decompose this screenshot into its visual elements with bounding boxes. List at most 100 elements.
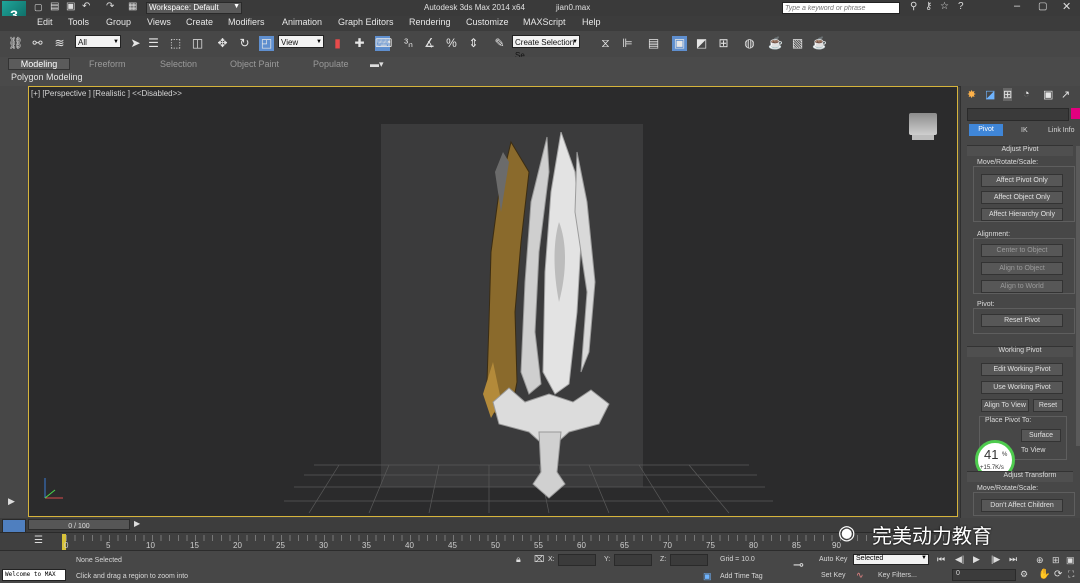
reset-pivot-button[interactable]: Reset Pivot: [981, 314, 1063, 327]
perspective-viewport[interactable]: [+] [Perspective ] [Realistic ] <<Disabl…: [28, 86, 958, 517]
adjust-pivot-rollup[interactable]: Adjust Pivot: [967, 145, 1073, 156]
key-set-select[interactable]: Selected ▼: [853, 554, 929, 565]
star-icon[interactable]: ☆: [940, 1, 949, 12]
hold-icon[interactable]: ▦: [128, 1, 137, 12]
layer-manager-icon[interactable]: ▤: [646, 36, 661, 51]
search-input[interactable]: [782, 2, 900, 14]
absolute-mode-icon[interactable]: ⌧: [534, 554, 544, 565]
save-icon[interactable]: ▣: [66, 1, 75, 12]
set-key-button[interactable]: Set Key: [821, 572, 846, 579]
trackbar-filter-icon[interactable]: ☰: [34, 535, 43, 546]
maxscript-listener[interactable]: Welcome to MAX: [2, 569, 66, 581]
to-view-label[interactable]: To View: [1021, 447, 1045, 454]
selection-filter-select[interactable]: All: [75, 35, 121, 49]
tab-link-info[interactable]: Link Info: [1048, 127, 1074, 134]
time-slider-thumb[interactable]: 0 / 100: [28, 519, 130, 530]
menu-views[interactable]: Views: [147, 17, 171, 27]
play-icon[interactable]: ▶: [973, 554, 980, 565]
align-to-object-button[interactable]: Align to Object: [981, 262, 1063, 275]
trackbar[interactable]: ☰: [0, 532, 960, 551]
key-filter-curve-icon[interactable]: ∿: [856, 570, 864, 581]
hierarchy-tab-icon[interactable]: ⊞: [1003, 88, 1013, 101]
rotate-icon[interactable]: ↻: [237, 36, 252, 51]
add-time-tag[interactable]: Add Time Tag: [720, 573, 763, 580]
pan-icon[interactable]: ✋: [1038, 569, 1050, 580]
reset-working-pivot-button[interactable]: Reset: [1033, 399, 1063, 412]
next-frame-icon[interactable]: ▶: [134, 519, 140, 528]
render-setup-icon[interactable]: ☕: [768, 36, 783, 51]
next-key-icon[interactable]: |▶: [991, 554, 1000, 565]
minimize-icon[interactable]: –: [1014, 0, 1020, 12]
zoom-icon[interactable]: ⊕: [1036, 555, 1044, 566]
utilities-tab-icon[interactable]: ↗: [1061, 88, 1070, 101]
orbit-icon[interactable]: ⟳: [1054, 569, 1062, 580]
angle-snap-icon[interactable]: ∡: [422, 36, 437, 51]
redo-icon[interactable]: ↷: [106, 1, 114, 12]
center-to-object-button[interactable]: Center to Object: [981, 244, 1063, 257]
selection-lock-icon[interactable]: 🔒︎: [516, 554, 521, 565]
key-mode-icon[interactable]: ⊸: [793, 557, 804, 573]
move-icon[interactable]: ✥: [215, 36, 230, 51]
scroll-left-icon[interactable]: ▶: [8, 496, 15, 507]
pivot-center-icon[interactable]: ▮: [330, 36, 345, 51]
link-icon[interactable]: ⛓: [8, 36, 23, 51]
menu-modifiers[interactable]: Modifiers: [228, 17, 265, 27]
maximize-viewport-icon[interactable]: ⛶: [1068, 569, 1074, 580]
menu-edit[interactable]: Edit: [37, 17, 53, 27]
tab-pivot[interactable]: Pivot: [969, 124, 1003, 136]
graphite-toggle-icon[interactable]: ▣: [672, 36, 687, 51]
material-editor-icon[interactable]: ◍: [742, 36, 757, 51]
viewcube[interactable]: [909, 113, 937, 135]
bind-spacewarp-icon[interactable]: ≋: [52, 36, 67, 51]
menu-animation[interactable]: Animation: [282, 17, 322, 27]
curve-editor-icon[interactable]: ◩: [694, 36, 709, 51]
help-icon[interactable]: ?: [958, 1, 964, 12]
adjust-transform-rollup[interactable]: Adjust Transform: [967, 471, 1073, 482]
reference-coordinate-select[interactable]: View: [278, 35, 324, 49]
close-icon[interactable]: ✕: [1062, 0, 1071, 13]
ribbon-options-icon[interactable]: ▬▾: [370, 59, 384, 70]
menu-rendering[interactable]: Rendering: [409, 17, 451, 27]
viewport-label[interactable]: [+] [Perspective ] [Realistic ] <<Disabl…: [31, 89, 182, 98]
unlink-icon[interactable]: ⚯: [30, 36, 45, 51]
scale-icon[interactable]: ◰: [259, 36, 274, 51]
zoom-all-icon[interactable]: ⊞: [1052, 555, 1060, 566]
time-config-icon[interactable]: ⚙: [1020, 569, 1028, 580]
use-working-pivot-button[interactable]: Use Working Pivot: [981, 381, 1063, 394]
menu-graph-editors[interactable]: Graph Editors: [338, 17, 394, 27]
menu-create[interactable]: Create: [186, 17, 213, 27]
select-by-name-icon[interactable]: ☰: [146, 36, 161, 51]
menu-customize[interactable]: Customize: [466, 17, 509, 27]
open-file-icon[interactable]: ▤: [50, 1, 59, 12]
zoom-extents-icon[interactable]: ▣: [1066, 555, 1075, 566]
percent-snap-icon[interactable]: %: [444, 36, 459, 51]
tab-freeform[interactable]: Freeform: [89, 59, 126, 69]
display-tab-icon[interactable]: ▣: [1043, 88, 1053, 101]
tab-populate[interactable]: Populate: [313, 59, 349, 69]
align-to-world-button[interactable]: Align to World: [981, 280, 1063, 293]
align-to-view-button[interactable]: Align To View: [981, 399, 1029, 412]
working-pivot-rollup[interactable]: Working Pivot: [967, 346, 1073, 357]
y-coordinate-field[interactable]: [614, 554, 652, 566]
key-filters-button[interactable]: Key Filters...: [878, 572, 917, 579]
time-tag-icon[interactable]: ▣: [703, 571, 712, 582]
tab-selection[interactable]: Selection: [160, 59, 197, 69]
rendered-frame-icon[interactable]: ▧: [790, 36, 805, 51]
menu-help[interactable]: Help: [582, 17, 601, 27]
current-frame-field[interactable]: 0: [952, 569, 1016, 581]
snap-toggle-icon[interactable]: ³ₙ: [401, 36, 416, 51]
edit-working-pivot-button[interactable]: Edit Working Pivot: [981, 363, 1063, 376]
tab-modeling[interactable]: Modeling: [8, 58, 70, 70]
prev-key-icon[interactable]: ◀|: [955, 554, 964, 565]
modify-tab-icon[interactable]: ◪: [985, 88, 995, 101]
spinner-snap-icon[interactable]: ⇕: [466, 36, 481, 51]
surface-button[interactable]: Surface: [1021, 429, 1061, 442]
select-manipulate-icon[interactable]: ✚: [352, 36, 367, 51]
affect-hierarchy-only-button[interactable]: Affect Hierarchy Only: [981, 208, 1063, 221]
affect-object-only-button[interactable]: Affect Object Only: [981, 191, 1063, 204]
go-to-start-icon[interactable]: ⏮: [937, 554, 945, 565]
rectangular-selection-icon[interactable]: ⬚: [168, 36, 183, 51]
undo-icon[interactable]: ↶: [82, 1, 90, 12]
select-object-icon[interactable]: ➤: [128, 36, 143, 51]
window-crossing-icon[interactable]: ◫: [190, 36, 205, 51]
